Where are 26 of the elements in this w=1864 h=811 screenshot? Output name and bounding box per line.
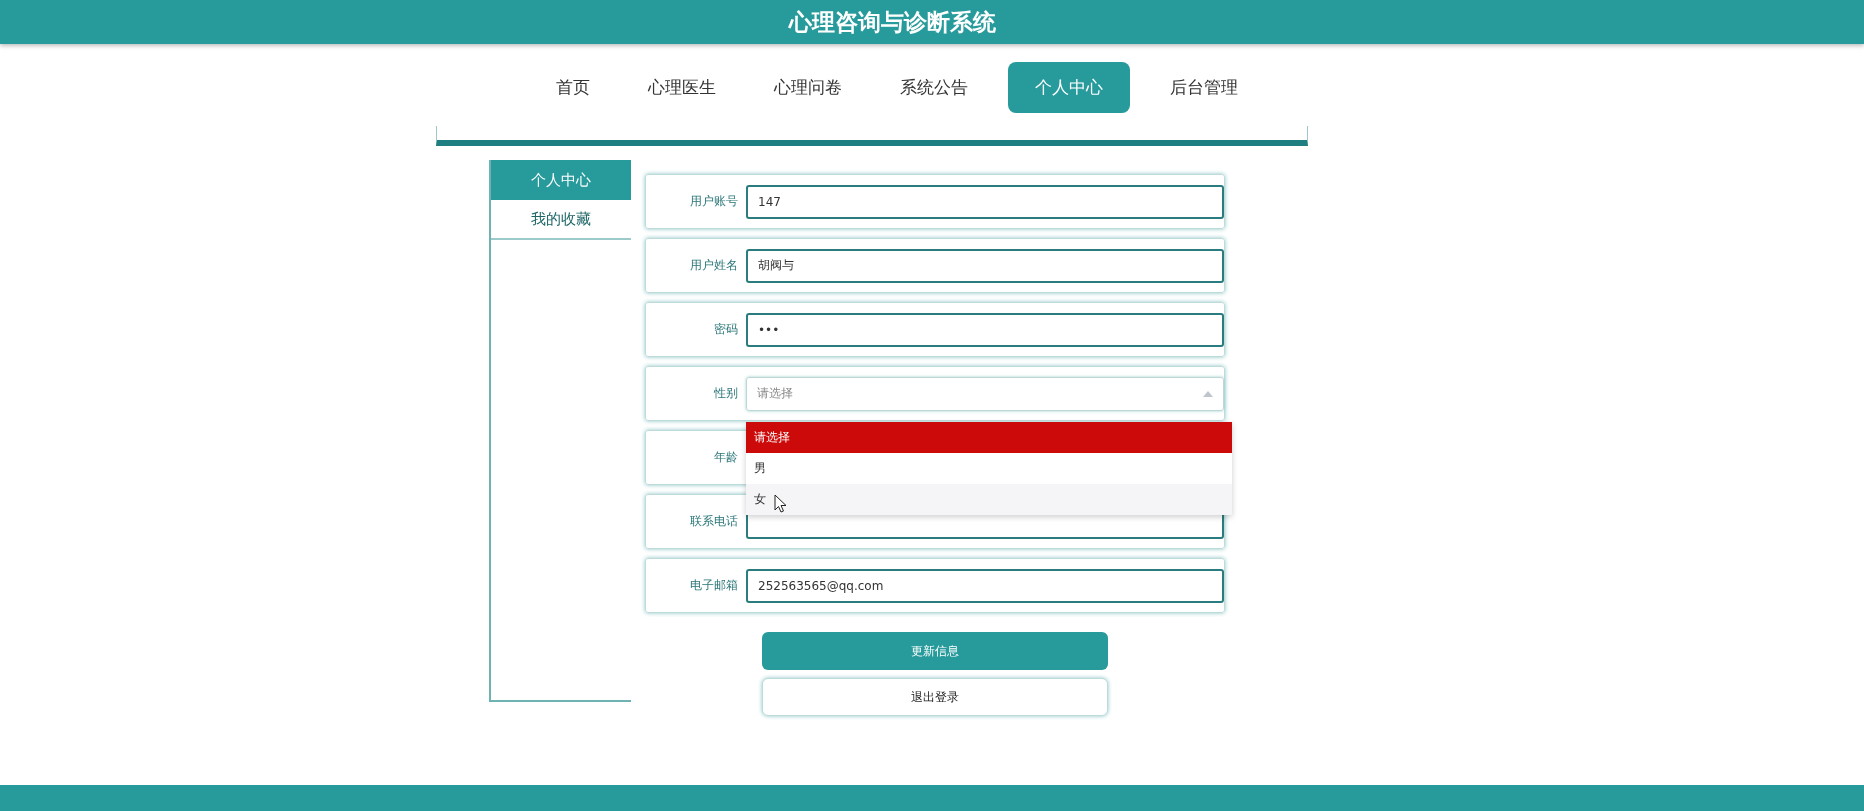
nav-tab[interactable]: 系统公告 bbox=[882, 63, 986, 111]
site-title: 心理咨询与诊断系统 bbox=[788, 7, 996, 37]
field-label: 年龄 bbox=[713, 449, 738, 466]
logout-button[interactable]: 退出登录 bbox=[762, 678, 1108, 716]
sidebar-item[interactable]: 我的收藏 bbox=[491, 200, 631, 240]
field-label: 性别 bbox=[713, 385, 738, 402]
field-label: 电子邮箱 bbox=[689, 577, 738, 594]
field-label: 密码 bbox=[713, 321, 738, 338]
field-label: 用户姓名 bbox=[689, 257, 738, 274]
sidebar-title: 个人中心 bbox=[491, 160, 631, 200]
cursor-icon bbox=[774, 493, 787, 513]
input-field[interactable]: 252563565@qq.com bbox=[746, 568, 1224, 603]
dropdown-option[interactable]: 请选择 bbox=[746, 421, 1232, 453]
field-label: 用户账号 bbox=[689, 193, 738, 210]
dropdown-option[interactable]: 女 bbox=[746, 483, 1232, 515]
nav-tab[interactable]: 后台管理 bbox=[1152, 63, 1256, 111]
input-field[interactable]: ••• bbox=[746, 312, 1224, 347]
caret-icon bbox=[1203, 390, 1213, 397]
nav-tab[interactable]: 心理医生 bbox=[630, 63, 734, 111]
field-label: 联系电话 bbox=[689, 513, 738, 530]
nav-tab[interactable]: 首页 bbox=[538, 63, 608, 111]
input-field[interactable]: 147 bbox=[746, 184, 1224, 219]
dropdown-option[interactable]: 男 bbox=[746, 452, 1232, 484]
nav-tab[interactable]: 心理问卷 bbox=[756, 63, 860, 111]
input-field[interactable]: 胡阀与 bbox=[746, 248, 1224, 283]
select-field[interactable]: 请选择 bbox=[746, 376, 1224, 411]
